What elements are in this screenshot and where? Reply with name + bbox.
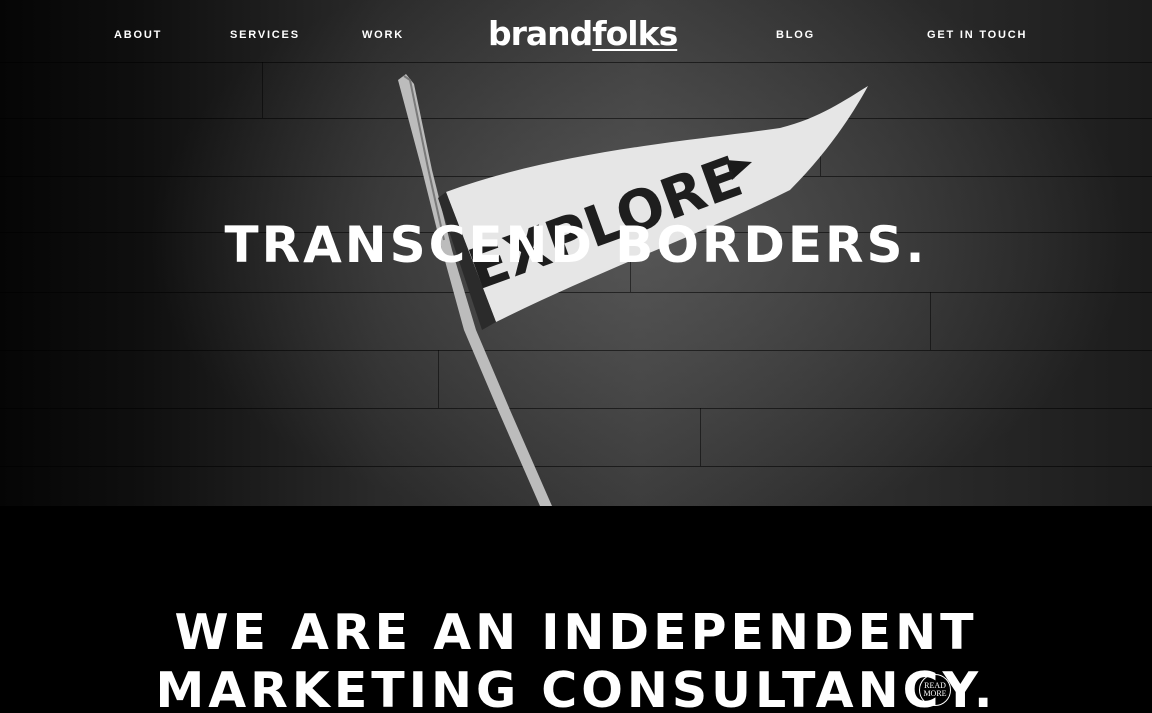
nav-link-work[interactable]: WORK [362,29,404,41]
top-navigation: ABOUT SERVICES WORK brandfolks BLOG GET … [0,0,1152,70]
hero-section: EXPLORE ABOUT SERVICES WORK brandfolks B… [0,0,1152,506]
read-more-button[interactable]: READ MORE [919,674,951,706]
intro-heading-line-2: MARKETING CONSULTANCY. [155,662,997,713]
nav-link-get-in-touch[interactable]: GET IN TOUCH [927,29,1027,41]
hero-headline: TRANSCEND BORDERS. [224,216,928,274]
read-more-label-2: MORE [923,689,947,698]
nav-link-about[interactable]: ABOUT [114,29,162,41]
intro-heading-line-1: WE ARE AN INDEPENDENT [174,604,978,661]
nav-link-blog[interactable]: BLOG [776,29,815,41]
logo-part-folks: folks [592,14,678,53]
intro-section: WE ARE AN INDEPENDENT MARKETING CONSULTA… [0,506,1152,713]
brand-logo[interactable]: brandfolks [488,14,678,53]
logo-part-brand: brand [488,14,593,53]
nav-link-services[interactable]: SERVICES [230,29,300,41]
